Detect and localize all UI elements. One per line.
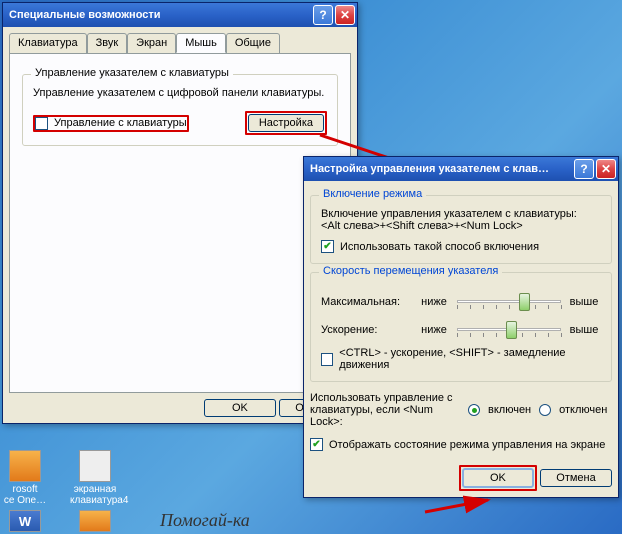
activation-description: Включение управления указателем с клавиа… <box>321 208 601 232</box>
radio-label: включен <box>488 404 531 416</box>
titlebar[interactable]: Специальные возможности ? ✕ <box>3 3 357 27</box>
slider-low-label: ниже <box>417 296 451 308</box>
cancel-button[interactable]: Отмена <box>540 469 612 487</box>
checkbox-label: Отображать состояние режима управления н… <box>329 439 605 451</box>
desktop-icon[interactable]: W <box>0 510 50 534</box>
checkbox-label: Управление с клавиатуры <box>54 117 187 129</box>
help-button[interactable]: ? <box>313 5 333 25</box>
keyboard-icon <box>79 450 111 482</box>
tab-display[interactable]: Экран <box>127 33 176 53</box>
window-title: Специальные возможности <box>9 9 311 21</box>
tab-strip: Клавиатура Звук Экран Мышь Общие <box>9 33 351 54</box>
numlock-text: Использовать управление с клавиатуры, ес… <box>310 392 460 428</box>
ok-button[interactable]: OK <box>462 468 534 488</box>
activation-group: Включение режима Включение управления ук… <box>310 195 612 264</box>
dialog-buttons: OK Отмена <box>9 399 351 417</box>
max-speed-slider[interactable] <box>457 291 561 313</box>
app-icon <box>9 450 41 482</box>
mousekeys-group: Управление указателем с клавиатуры Управ… <box>22 74 338 146</box>
word-icon: W <box>9 510 41 532</box>
slider-high-label: выше <box>567 324 601 336</box>
icon-label: экранная клавиатура4 <box>70 484 120 506</box>
checkbox-label: <CTRL> - ускорение, <SHIFT> - замедление… <box>339 347 601 371</box>
radio-label: отключен <box>559 404 607 416</box>
desktop-icon[interactable] <box>70 510 120 534</box>
acceleration-slider[interactable] <box>457 319 561 341</box>
speed-group: Скорость перемещения указателя Максималь… <box>310 272 612 382</box>
numlock-on-radio[interactable] <box>468 404 480 416</box>
watermark-text: Помогай-ка <box>160 510 250 531</box>
use-shortcut-checkbox[interactable]: ✔ <box>321 240 334 253</box>
close-button[interactable]: ✕ <box>335 5 355 25</box>
ctrl-shift-checkbox[interactable] <box>321 353 333 366</box>
app-icon <box>79 510 111 532</box>
group-legend: Скорость перемещения указателя <box>319 265 502 277</box>
slider-low-label: ниже <box>417 324 451 336</box>
tab-general[interactable]: Общие <box>226 33 280 53</box>
show-status-checkbox[interactable]: ✔ <box>310 438 323 451</box>
numlock-off-radio[interactable] <box>539 404 551 416</box>
settings-button[interactable]: Настройка <box>248 114 324 132</box>
group-legend: Включение режима <box>319 188 426 200</box>
dialog-buttons: OK Отмена <box>310 465 612 491</box>
titlebar[interactable]: Настройка управления указателем с клав… … <box>304 157 618 181</box>
tab-keyboard[interactable]: Клавиатура <box>9 33 87 53</box>
group-description: Управление указателем с цифровой панели … <box>33 87 327 99</box>
desktop-icon[interactable]: экранная клавиатура4 <box>70 450 120 506</box>
checkbox-label: Использовать такой способ включения <box>340 241 539 253</box>
mousekeys-settings-window: Настройка управления указателем с клав… … <box>303 156 619 498</box>
tab-mouse[interactable]: Мышь <box>176 33 226 53</box>
accel-label: Ускорение: <box>321 324 411 336</box>
tab-panel: Управление указателем с клавиатуры Управ… <box>9 53 351 393</box>
icon-label: rosoft ce One… <box>0 484 50 506</box>
group-legend: Управление указателем с клавиатуры <box>31 67 233 79</box>
slider-high-label: выше <box>567 296 601 308</box>
ok-button[interactable]: OK <box>204 399 276 417</box>
close-button[interactable]: ✕ <box>596 159 616 179</box>
tab-sound[interactable]: Звук <box>87 33 128 53</box>
help-button[interactable]: ? <box>574 159 594 179</box>
window-title: Настройка управления указателем с клав… <box>310 163 572 175</box>
mousekeys-checkbox[interactable] <box>35 117 48 130</box>
desktop-icon[interactable]: rosoft ce One… <box>0 450 50 506</box>
max-speed-label: Максимальная: <box>321 296 411 308</box>
